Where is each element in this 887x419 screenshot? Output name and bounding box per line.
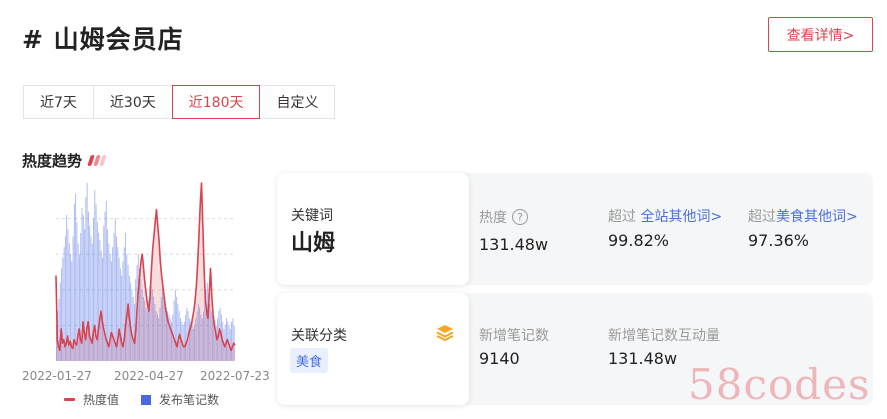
x-tick-label: 2022-04-27: [114, 369, 184, 383]
heat-trend-title: 热度趋势: [22, 152, 83, 170]
legend-box-swatch: [141, 394, 152, 405]
heat-stat-value: 131.48w: [479, 235, 549, 254]
keyword-card: 关键词 山姆: [277, 173, 469, 285]
notes-bar[interactable]: [73, 204, 75, 361]
legend-label: 热度值: [83, 393, 120, 407]
legend-item-notes[interactable]: 发布笔记数: [141, 391, 219, 408]
watermark: 58codes: [688, 360, 871, 409]
legend-line-swatch: [64, 398, 75, 401]
new-notes-value: 9140: [479, 349, 520, 368]
category-card: 关联分类 美食: [277, 293, 469, 405]
exceed-food-value: 97.36%: [748, 231, 810, 250]
help-icon[interactable]: ?: [512, 209, 528, 225]
keyword-panel: 关键词 山姆 热度 ? 131.48w 超过 全站其他词> 99.82% 超过美…: [277, 173, 873, 285]
x-tick-label: 2022-07-23: [200, 369, 270, 383]
exceed-all-label: 超过 全站其他词>: [608, 206, 722, 226]
chart-legend: 热度值 发布笔记数: [64, 391, 219, 408]
food-words-link[interactable]: 美食其他词>: [776, 206, 858, 226]
tab-180-days[interactable]: 近180天: [171, 85, 261, 119]
notes-bar[interactable]: [75, 193, 77, 361]
exceed-prefix: 超过: [608, 209, 636, 225]
title-decoration-icon: [87, 155, 107, 166]
heat-trend-heading: 热度趋势: [22, 150, 107, 171]
keyword-label: 关键词: [291, 208, 333, 224]
tab-7-days[interactable]: 近7天: [23, 85, 94, 119]
legend-item-heat[interactable]: 热度值: [64, 391, 119, 408]
view-details-button[interactable]: 查看详情>: [768, 17, 873, 52]
date-range-tabs: 近7天 近30天 近180天 自定义: [23, 85, 336, 119]
heat-trend-chart: 2022-01-27 2022-04-27 2022-07-23 热度值 发布笔…: [20, 175, 275, 407]
exceed-food-label: 超过 美食其他词>: [748, 206, 858, 226]
category-tag[interactable]: 美食: [290, 348, 329, 373]
keyword-value: 山姆: [291, 231, 336, 256]
exceed-all-value: 99.82%: [608, 231, 670, 250]
tab-30-days[interactable]: 近30天: [92, 85, 173, 119]
chart-plot: [55, 182, 236, 361]
legend-label: 发布笔记数: [159, 393, 220, 407]
layers-icon: [436, 325, 454, 342]
tab-custom[interactable]: 自定义: [259, 85, 336, 119]
notes-bar[interactable]: [114, 218, 116, 361]
new-notes-label: 新增笔记数: [479, 328, 549, 344]
heat-label-text: 热度: [479, 210, 507, 226]
heat-stat-label: 热度 ?: [479, 207, 528, 227]
interactions-value: 131.48w: [608, 349, 678, 368]
category-label: 关联分类: [291, 328, 347, 344]
page-title: # 山姆会员店: [22, 25, 184, 54]
interactions-label: 新增笔记数互动量: [608, 328, 720, 344]
exceed-prefix: 超过: [748, 209, 776, 225]
x-tick-label: 2022-01-27: [22, 369, 92, 383]
all-site-words-link[interactable]: 全站其他词>: [640, 206, 722, 226]
